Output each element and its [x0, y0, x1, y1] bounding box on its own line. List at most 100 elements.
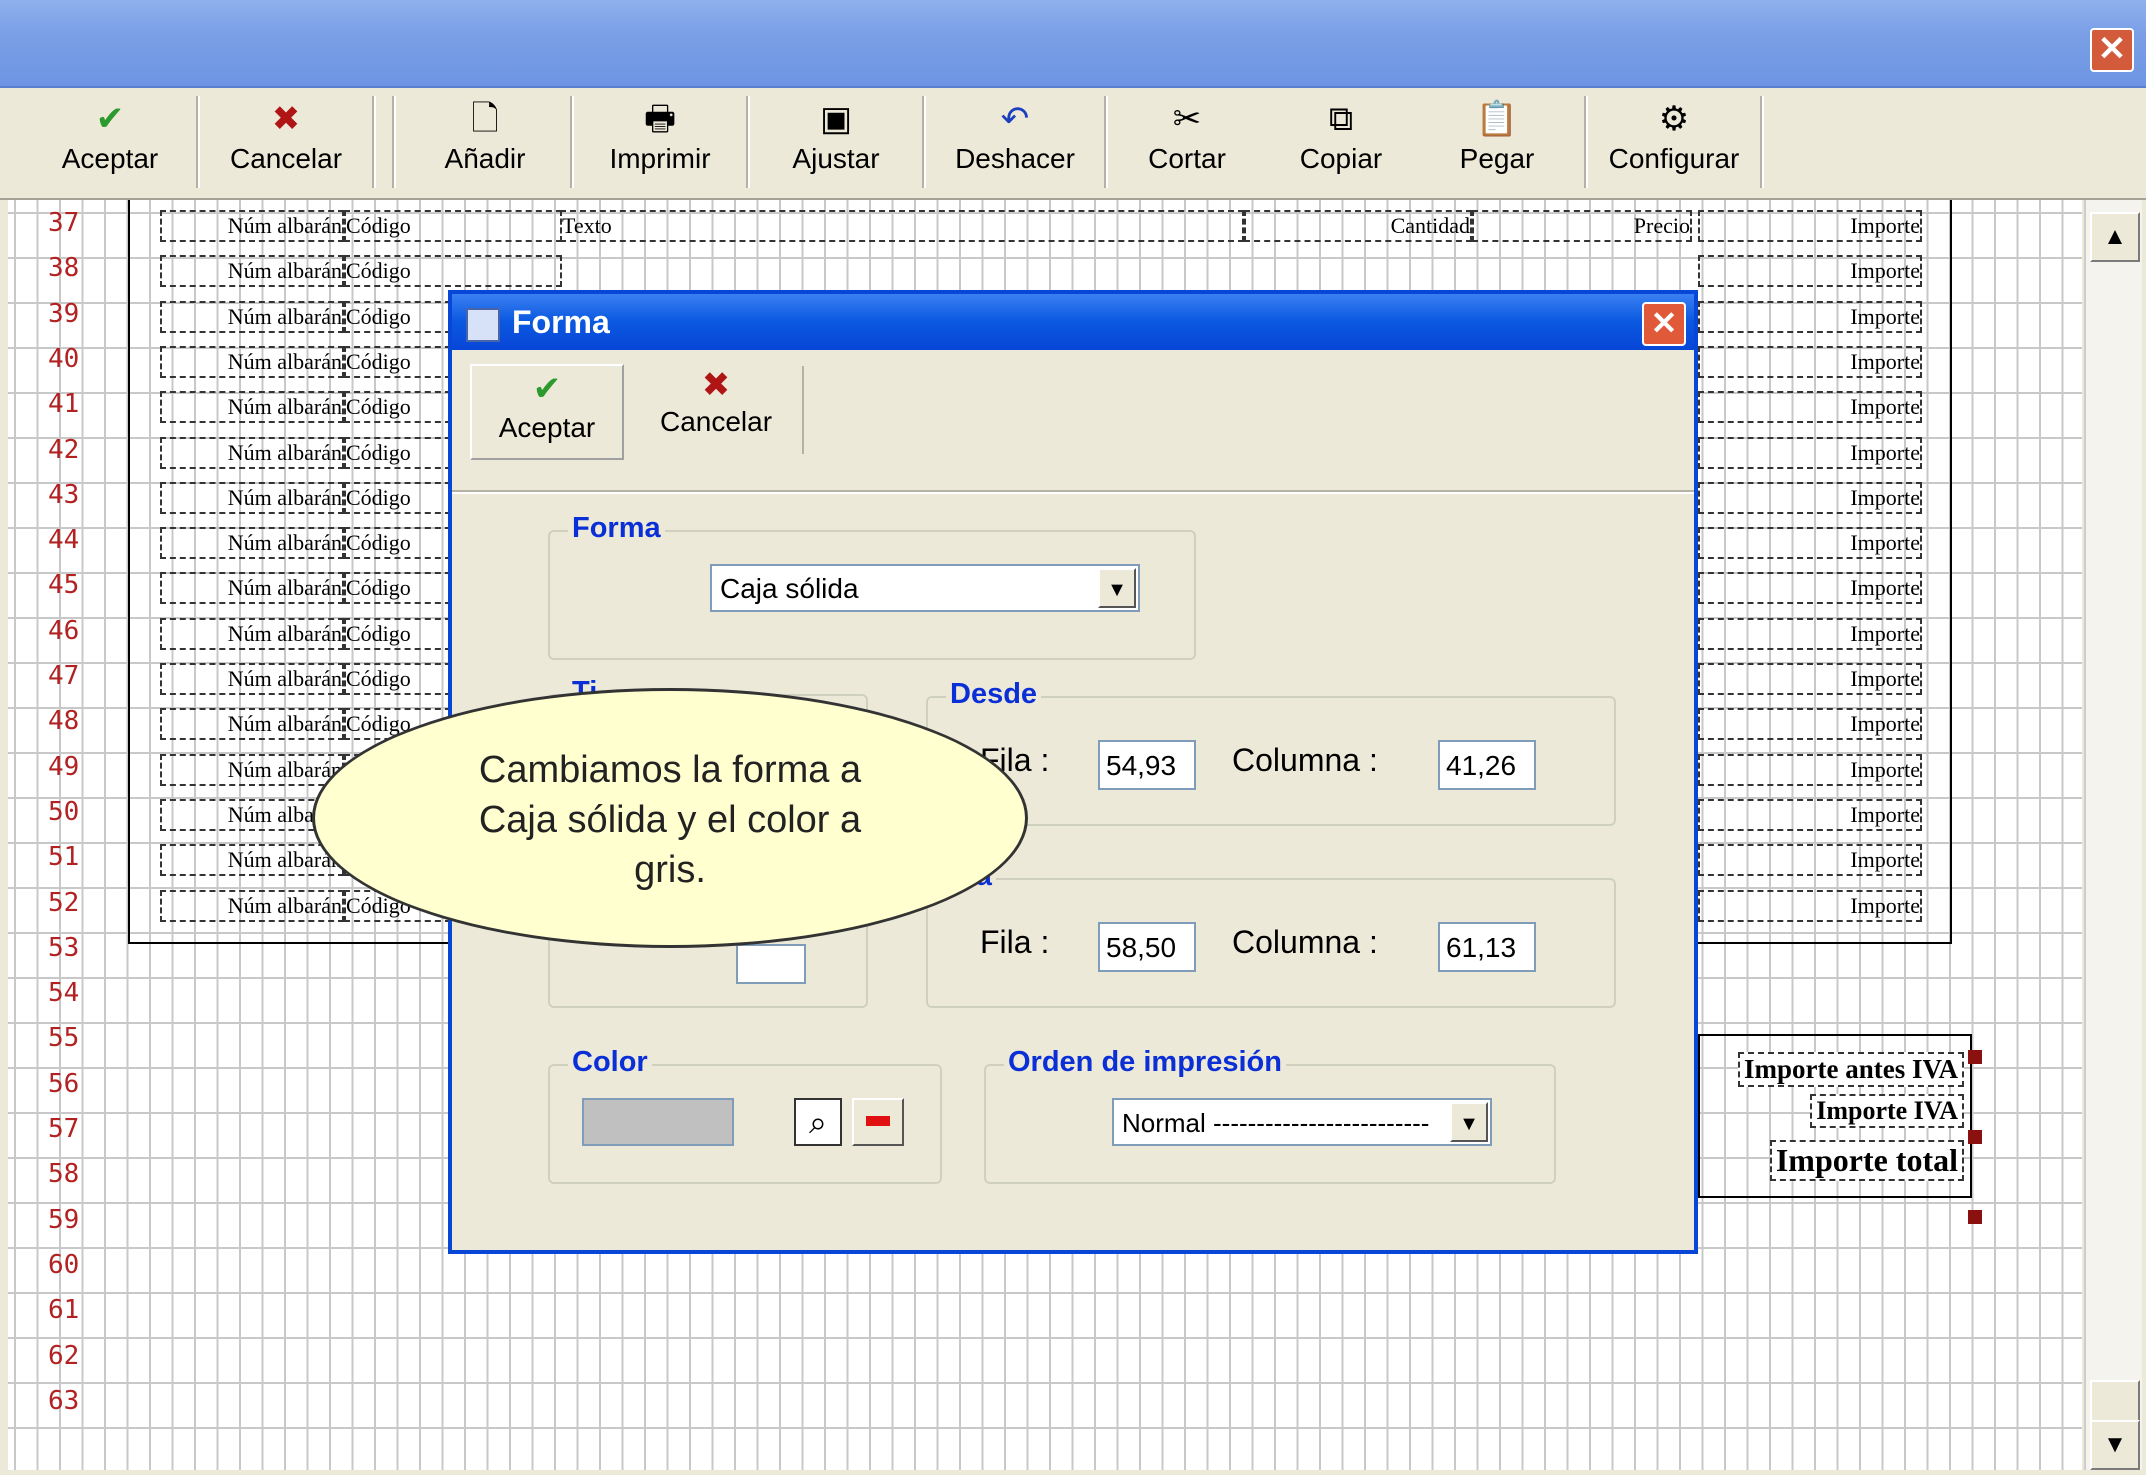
- fit-button[interactable]: ▣ Ajustar: [766, 96, 906, 188]
- accept-button[interactable]: ✔ Aceptar: [40, 96, 180, 188]
- row-number: 54: [48, 978, 80, 1009]
- importe-field[interactable]: Importe: [1698, 300, 1922, 333]
- desde-fila-input[interactable]: 54,93: [1098, 740, 1196, 790]
- albaran-field[interactable]: Núm albarán: [160, 481, 344, 514]
- paste-label: Pegar: [1459, 143, 1535, 174]
- window-close-button[interactable]: ✕: [2090, 28, 2134, 72]
- resize-handle[interactable]: [1968, 1210, 1982, 1224]
- importe-field[interactable]: Importe: [1698, 798, 1922, 831]
- toolbar-separator: [372, 96, 376, 188]
- row-number: 47: [48, 661, 80, 691]
- dialog-cancel-button[interactable]: ✖ Cancelar: [638, 364, 794, 456]
- importe-field[interactable]: Importe: [1698, 436, 1922, 469]
- desde-columna-label: Columna :: [1232, 742, 1378, 778]
- row-number: 61: [48, 1295, 80, 1326]
- hasta-columna-input[interactable]: 61,13: [1438, 922, 1536, 972]
- total-amount-field[interactable]: Importe total: [1769, 1140, 1964, 1181]
- scroll-down-button[interactable]: ▼: [2090, 1420, 2140, 1470]
- precio-field[interactable]: Precio: [1472, 210, 1692, 242]
- importe-field[interactable]: Importe: [1698, 708, 1922, 741]
- hasta-fila-input[interactable]: 58,50: [1098, 922, 1196, 972]
- checkmark-icon: ✔: [95, 100, 125, 138]
- dropdown-arrow-icon[interactable]: ▼: [1098, 568, 1136, 608]
- importe-field[interactable]: Importe: [1698, 572, 1922, 605]
- albaran-field[interactable]: Núm albarán: [160, 572, 344, 605]
- tutorial-callout: Cambiamos la forma a Caja sólida y el co…: [312, 688, 1028, 948]
- color-swatch[interactable]: [582, 1098, 734, 1146]
- desde-group: Desde Fila : 54,93 Columna : 41,26: [926, 678, 1616, 826]
- dialog-accept-button[interactable]: ✔ Aceptar: [470, 364, 624, 460]
- cantidad-field[interactable]: Cantidad: [1244, 210, 1472, 242]
- toolbar-separator: [1760, 96, 1764, 188]
- tax-amount-field[interactable]: Importe IVA: [1810, 1094, 1964, 1128]
- print-label: Imprimir: [609, 143, 711, 174]
- albaran-field[interactable]: Núm albarán: [160, 210, 344, 242]
- albaran-field[interactable]: Núm albarán: [160, 663, 344, 695]
- accept-label: Aceptar: [61, 143, 159, 174]
- albaran-field[interactable]: Núm albarán: [160, 436, 344, 469]
- desde-columna-input[interactable]: 41,26: [1438, 740, 1536, 790]
- paste-button[interactable]: 📋 Pegar: [1432, 96, 1562, 188]
- albaran-field[interactable]: Núm albarán: [160, 255, 344, 288]
- importe-field[interactable]: Importe: [1698, 889, 1922, 922]
- cancel-button[interactable]: ✖ Cancelar: [216, 96, 356, 188]
- row-number: 43: [48, 479, 80, 510]
- window-titlebar: ✕: [0, 0, 2146, 88]
- row-number: 59: [48, 1204, 80, 1235]
- copy-button[interactable]: ⧉ Copiar: [1276, 96, 1406, 188]
- row-number: 44: [48, 525, 80, 556]
- dropdown-arrow-icon[interactable]: ▼: [1450, 1102, 1488, 1142]
- configure-button[interactable]: ⚙ Configurar: [1600, 96, 1748, 188]
- resize-handle[interactable]: [1968, 1130, 1982, 1144]
- toolbar-separator: [196, 96, 200, 188]
- forma-select[interactable]: Caja sólida ▼: [710, 564, 1140, 612]
- print-button[interactable]: 🖶 Imprimir: [590, 96, 730, 188]
- row-number: 48: [48, 706, 80, 737]
- albaran-field[interactable]: Núm albarán: [160, 527, 344, 560]
- configure-label: Configurar: [1608, 143, 1740, 174]
- cut-button[interactable]: ✂ Cortar: [1122, 96, 1252, 188]
- add-button[interactable]: 🗋 Añadir: [420, 96, 550, 188]
- albaran-field[interactable]: Núm albarán: [160, 708, 344, 741]
- total-before-tax-field[interactable]: Importe antes IVA: [1738, 1052, 1964, 1087]
- callout-line: gris.: [634, 849, 706, 891]
- albaran-field[interactable]: Núm albarán: [160, 617, 344, 650]
- totals-box[interactable]: Importe antes IVA Importe IVA Importe to…: [1698, 1034, 1972, 1198]
- scroll-up-button[interactable]: ▲: [2090, 212, 2140, 262]
- resize-handle[interactable]: [1968, 1050, 1982, 1064]
- magnifier-icon[interactable]: ⌕: [794, 1098, 842, 1146]
- undo-icon: ↶: [1000, 100, 1030, 138]
- forma-selected-value: Caja sólida: [720, 573, 859, 604]
- dialog-close-button[interactable]: ✕: [1642, 302, 1686, 346]
- importe-field[interactable]: Importe: [1698, 753, 1922, 786]
- forma-group-label: Forma: [568, 512, 665, 545]
- clear-color-button[interactable]: [852, 1098, 904, 1146]
- hasta-columna-label: Columna :: [1232, 924, 1378, 960]
- print-order-selected-value: Normal -------------------------: [1122, 1108, 1430, 1138]
- albaran-field[interactable]: Núm albarán: [160, 345, 344, 378]
- importe-field[interactable]: Importe: [1698, 663, 1922, 695]
- undo-button[interactable]: ↶ Deshacer: [940, 96, 1090, 188]
- importe-field[interactable]: Importe: [1698, 844, 1922, 877]
- vertical-scrollbar[interactable]: ▲ ▼: [2084, 200, 2142, 1470]
- importe-field[interactable]: Importe: [1698, 391, 1922, 424]
- albaran-field[interactable]: Núm albarán: [160, 391, 344, 424]
- dialog-accept-label: Aceptar: [498, 412, 596, 443]
- dialog-toolbar-divider: [452, 490, 1694, 494]
- importe-field[interactable]: Importe: [1698, 527, 1922, 560]
- checkmark-icon: ✔: [532, 370, 562, 408]
- importe-field[interactable]: Importe: [1698, 255, 1922, 288]
- texto-field[interactable]: Texto: [560, 210, 1244, 242]
- toolbar-separator: [392, 96, 396, 188]
- tipo-field[interactable]: [736, 944, 806, 984]
- importe-field[interactable]: Importe: [1698, 617, 1922, 650]
- importe-field[interactable]: Importe: [1698, 481, 1922, 514]
- scroll-thumb[interactable]: [2090, 1380, 2140, 1422]
- codigo-field[interactable]: Código: [344, 210, 562, 242]
- toolbar-separator: [1584, 96, 1588, 188]
- albaran-field[interactable]: Núm albarán: [160, 300, 344, 333]
- importe-field[interactable]: Importe: [1698, 210, 1922, 242]
- print-order-select[interactable]: Normal ------------------------- ▼: [1112, 1098, 1492, 1146]
- codigo-field[interactable]: Código: [344, 255, 562, 288]
- importe-field[interactable]: Importe: [1698, 345, 1922, 378]
